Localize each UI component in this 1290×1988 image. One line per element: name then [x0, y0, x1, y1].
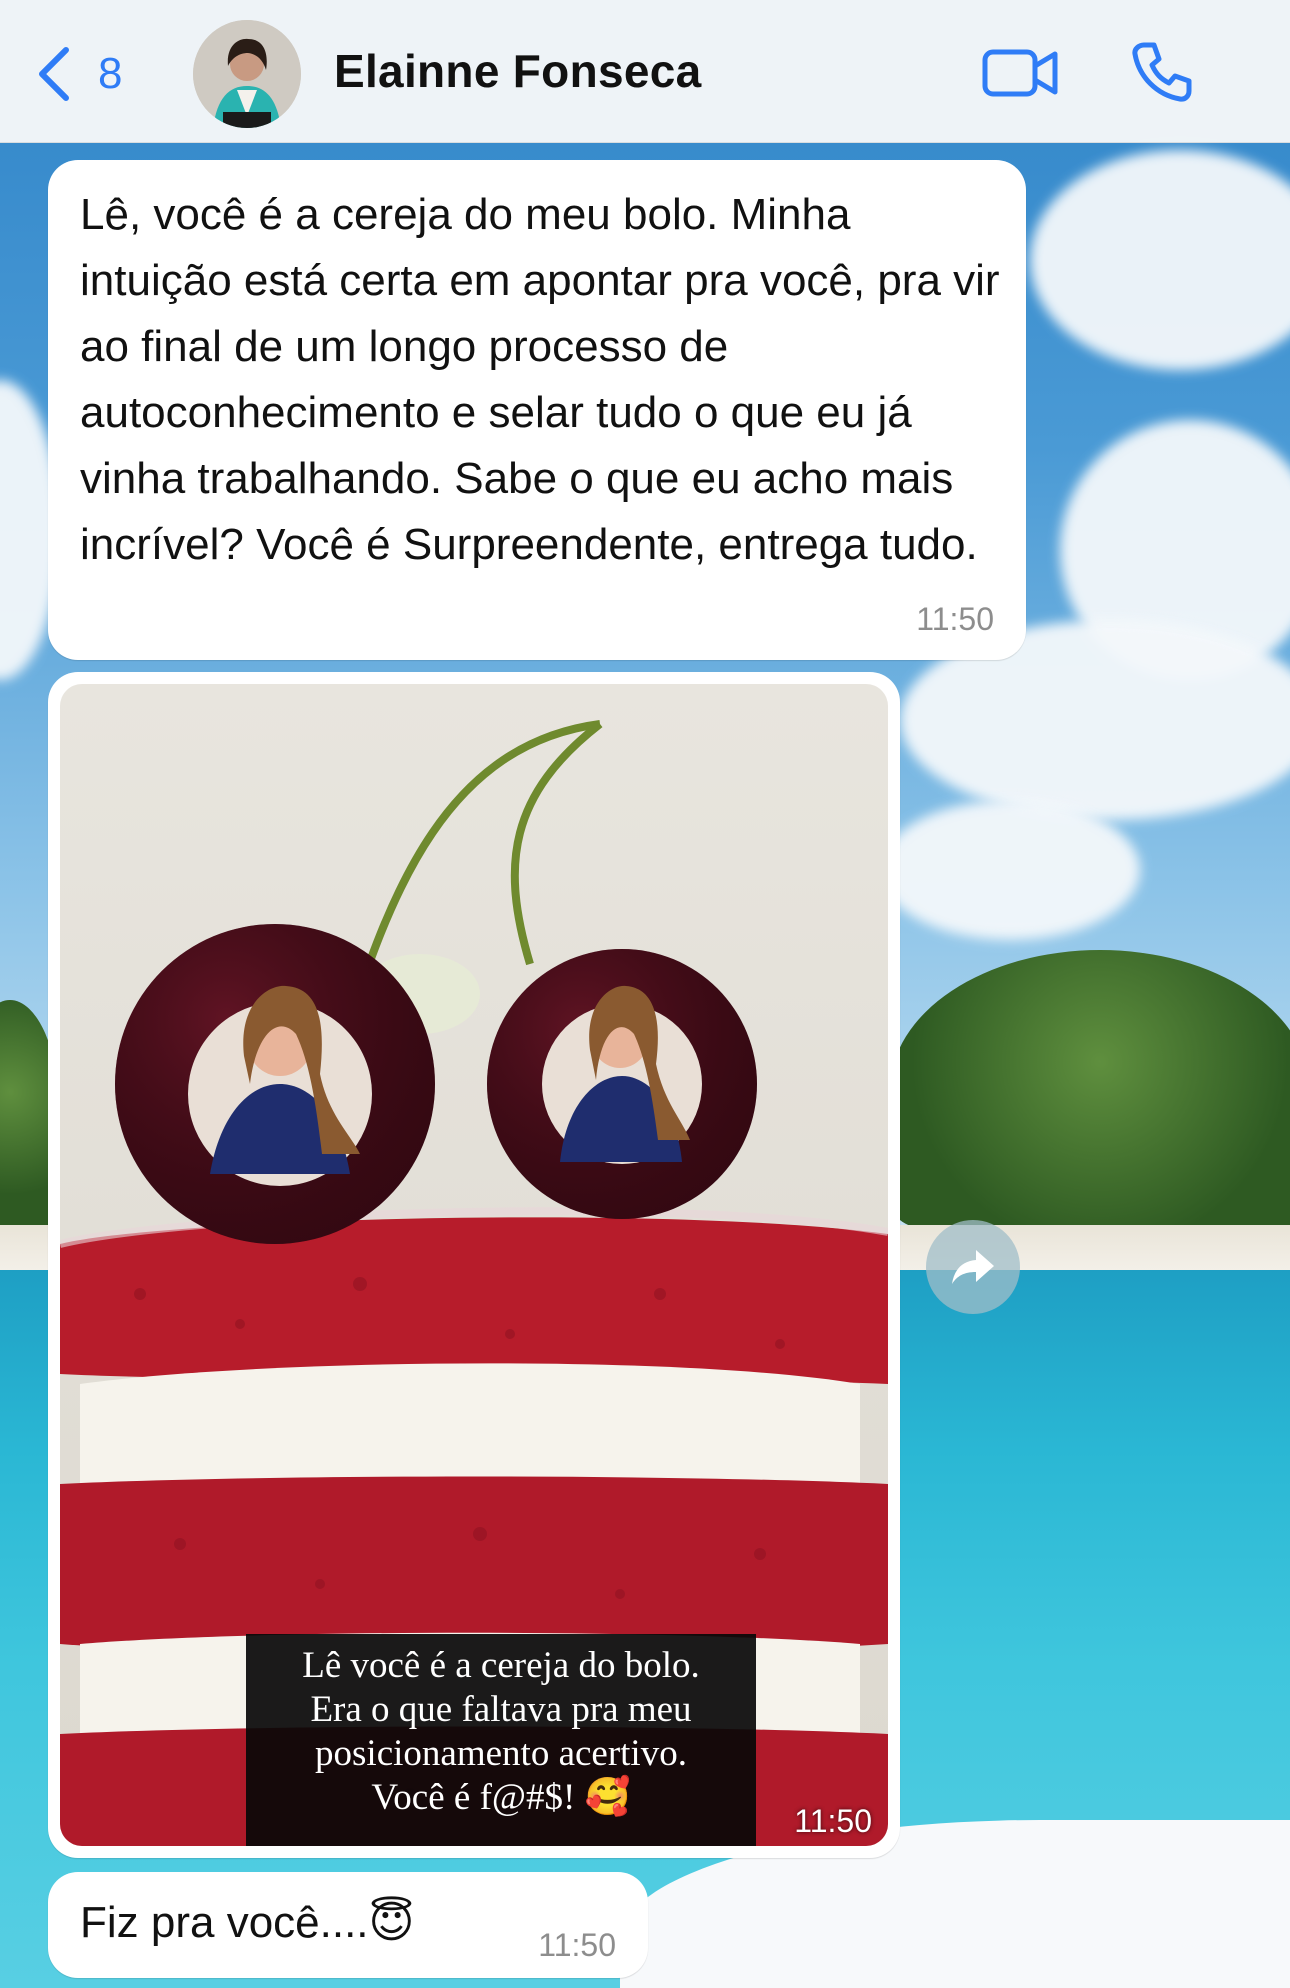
voice-call-button[interactable]: [1130, 40, 1194, 104]
video-camera-icon: [982, 49, 1058, 97]
caption-line: Era o que faltava pra meu: [310, 1689, 692, 1730]
unread-count: 8: [98, 49, 123, 98]
message-bubble[interactable]: Lê, você é a cereja do meu bolo. Minha i…: [48, 160, 1026, 660]
wallpaper-palm-trees: [890, 950, 1290, 1230]
contact-name[interactable]: Elainne Fonseca: [334, 44, 702, 98]
chevron-left-icon: [39, 47, 69, 101]
message-text: Lê, você é a cereja do meu bolo. Minha i…: [80, 190, 1000, 569]
caption-line: Lê você é a cereja do bolo.: [302, 1645, 700, 1686]
message-time: 11:50: [538, 1927, 616, 1963]
message-time: 11:50: [794, 1803, 872, 1839]
cake-cherry-photo[interactable]: Lê você é a cereja do bolo. Era o que fa…: [60, 684, 888, 1846]
caption-line: posicionamento acertivo.: [315, 1733, 687, 1774]
message-text: Fiz pra você....😇: [80, 1898, 415, 1947]
image-message-bubble[interactable]: Lê você é a cereja do bolo. Era o que fa…: [48, 672, 900, 1858]
forward-arrow-icon: [952, 1250, 994, 1284]
message-bubble[interactable]: Fiz pra você....😇 11:50: [48, 1872, 648, 1978]
wallpaper-cloud: [880, 800, 1140, 940]
avatar-image: [193, 20, 301, 128]
message-time: 11:50: [916, 601, 994, 637]
forward-button[interactable]: [926, 1220, 1020, 1314]
back-button[interactable]: 8: [36, 42, 122, 106]
avatar[interactable]: [193, 20, 301, 128]
video-call-button[interactable]: [982, 46, 1058, 100]
caption-line: Você é f@#$! 🥰: [371, 1777, 631, 1818]
chat-header: 8 Elainne Fonseca: [0, 0, 1290, 143]
image-caption: Lê você é a cereja do bolo. Era o que fa…: [246, 1634, 756, 1846]
phone-icon: [1132, 42, 1192, 102]
